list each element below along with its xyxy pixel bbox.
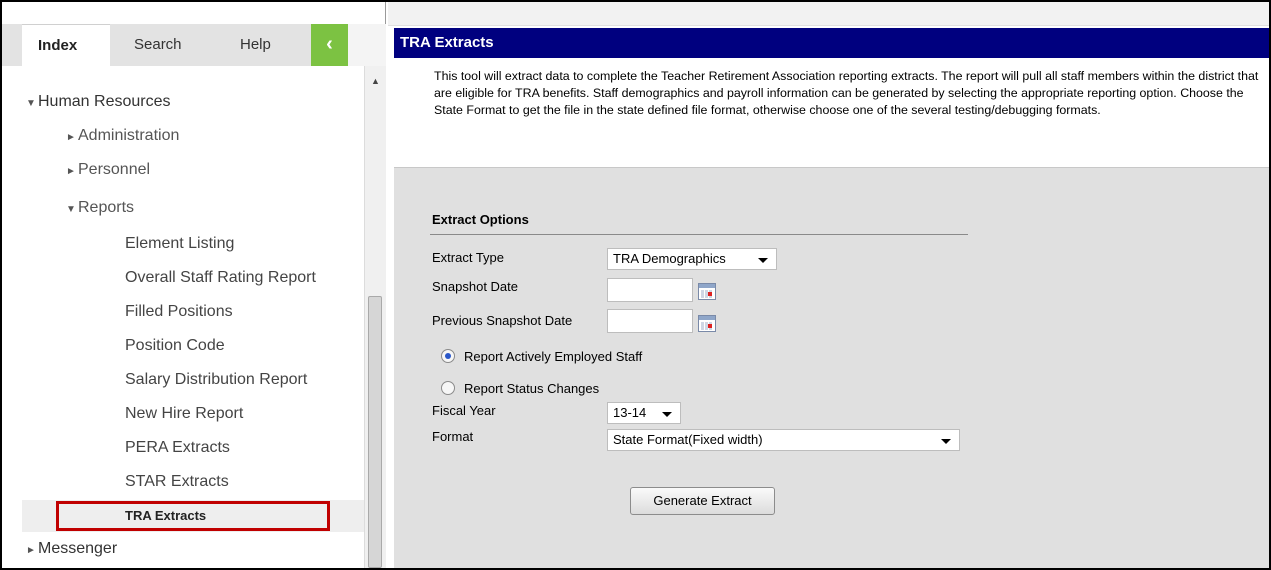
- tree-item-star-extracts[interactable]: STAR Extracts: [125, 466, 229, 498]
- tab-help[interactable]: Help: [240, 24, 271, 66]
- extract-form: Extract Options Extract Type TRA Demogra…: [394, 168, 1269, 568]
- radio-report-actively-employed-label: Report Actively Employed Staff: [464, 349, 643, 364]
- format-label: Format: [432, 429, 474, 444]
- calendar-icon[interactable]: [698, 315, 716, 332]
- tree-item-element-listing[interactable]: Element Listing: [125, 228, 234, 260]
- previous-snapshot-date-input[interactable]: [607, 309, 693, 333]
- triangle-right-icon: ►: [26, 545, 36, 556]
- fiscal-year-label: Fiscal Year: [432, 403, 496, 418]
- snapshot-date-input[interactable]: [607, 278, 693, 302]
- radio-report-actively-employed[interactable]: [441, 349, 455, 363]
- radio-report-status-changes-label: Report Status Changes: [464, 381, 600, 396]
- fiscal-year-value: 13-14: [613, 405, 647, 420]
- triangle-right-icon: ►: [66, 166, 76, 177]
- extract-type-select[interactable]: TRA Demographics: [607, 248, 777, 270]
- triangle-right-icon: ►: [66, 132, 76, 143]
- main-panel: TRA Extracts This tool will extract data…: [388, 2, 1269, 568]
- chevron-left-icon: ‹: [326, 33, 333, 55]
- tree-item-pera-extracts[interactable]: PERA Extracts: [125, 432, 230, 464]
- app-window: Index Search Help ‹ ▼ Human Resources ► Ad…: [0, 0, 1271, 570]
- tab-bar-filler: [348, 24, 386, 66]
- triangle-down-icon: ▼: [66, 204, 76, 215]
- navigation-tree: ▼ Human Resources ► Administration ► Person…: [22, 66, 364, 568]
- tree-item-label: Human Resources: [38, 93, 171, 110]
- scroll-up-arrow-icon[interactable]: ▲: [365, 74, 386, 88]
- collapse-panel-button[interactable]: ‹: [311, 24, 348, 66]
- generate-extract-button[interactable]: Generate Extract: [630, 487, 775, 515]
- tree-item-label: Reports: [78, 199, 135, 216]
- tool-description: This tool will extract data to complete …: [394, 58, 1269, 168]
- tree-item-label: Personnel: [78, 161, 151, 178]
- tree-item-new-hire-report[interactable]: New Hire Report: [125, 398, 243, 430]
- extract-options-heading: Extract Options: [432, 212, 529, 227]
- tab-index[interactable]: Index: [22, 24, 110, 66]
- format-value: State Format(Fixed width): [613, 432, 763, 447]
- extract-type-label: Extract Type: [432, 250, 505, 265]
- fiscal-year-select[interactable]: 13-14: [607, 402, 681, 424]
- tree-item-salary-distribution-report[interactable]: Salary Distribution Report: [125, 364, 307, 396]
- nav-tabs: Index Search Help ‹: [2, 24, 386, 66]
- calendar-icon[interactable]: [698, 283, 716, 300]
- tree-item-administration[interactable]: ► Administration: [66, 120, 179, 152]
- tab-search[interactable]: Search: [134, 24, 182, 66]
- tree-item-position-code[interactable]: Position Code: [125, 330, 225, 362]
- format-select[interactable]: State Format(Fixed width): [607, 429, 960, 451]
- tree-item-label: Messenger: [38, 540, 118, 557]
- previous-snapshot-date-label: Previous Snapshot Date: [432, 313, 573, 328]
- tree-item-human-resources[interactable]: ▼ Human Resources: [26, 86, 171, 118]
- extract-type-value: TRA Demographics: [613, 251, 726, 266]
- snapshot-date-label: Snapshot Date: [432, 279, 519, 294]
- tree-item-label: Administration: [78, 127, 180, 144]
- chevron-down-icon: [941, 439, 951, 444]
- triangle-down-icon: ▼: [26, 98, 36, 109]
- radio-report-status-changes[interactable]: [441, 381, 455, 395]
- tree-item-overall-staff-rating-report[interactable]: Overall Staff Rating Report: [125, 262, 316, 294]
- chevron-down-icon: [662, 412, 672, 417]
- top-strip: [388, 2, 1269, 26]
- scrollbar-thumb[interactable]: [368, 296, 382, 568]
- navigation-panel: Index Search Help ‹ ▼ Human Resources ► Ad…: [2, 2, 386, 568]
- tree-item-personnel[interactable]: ► Personnel: [66, 154, 150, 186]
- section-divider: [430, 234, 968, 235]
- tree-item-messenger[interactable]: ► Messenger: [26, 533, 117, 565]
- sidebar-scrollbar[interactable]: ▲: [364, 66, 386, 568]
- tree-item-reports[interactable]: ▼ Reports: [66, 192, 134, 224]
- page-title: TRA Extracts: [394, 28, 1269, 58]
- tree-item-filled-positions[interactable]: Filled Positions: [125, 296, 233, 328]
- selection-highlight-box: [56, 501, 330, 531]
- chevron-down-icon: [758, 258, 768, 263]
